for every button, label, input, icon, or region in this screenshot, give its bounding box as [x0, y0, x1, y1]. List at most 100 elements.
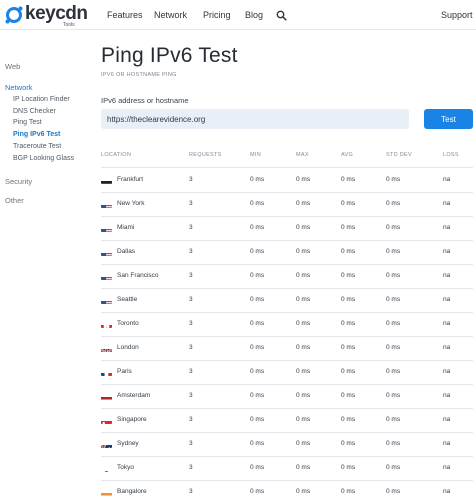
max-cell: 0 ms [296, 488, 311, 495]
location-cell: Toronto [117, 320, 139, 327]
location-cell: Seattle [117, 296, 138, 303]
requests-cell: 3 [189, 272, 193, 279]
loss-cell: na [443, 272, 451, 279]
column-header-avg: AVG [341, 152, 354, 158]
column-header-location: LOCATION [101, 152, 132, 158]
sidebar-item-ping-ipv6-test[interactable]: Ping IPv6 Test [13, 131, 60, 138]
nav-blog-link[interactable]: Blog [245, 10, 263, 20]
std-dev-cell: 0 ms [386, 368, 401, 375]
table-row: Frankfurt 3 0 ms 0 ms 0 ms 0 ms na [0, 168, 476, 192]
loss-cell: na [443, 200, 451, 207]
table-row: Paris 3 0 ms 0 ms 0 ms 0 ms na [0, 360, 476, 384]
avg-cell: 0 ms [341, 488, 356, 495]
location-cell: Tokyo [117, 464, 134, 471]
min-cell: 0 ms [250, 488, 265, 495]
max-cell: 0 ms [296, 296, 311, 303]
loss-cell: na [443, 368, 451, 375]
min-cell: 0 ms [250, 176, 265, 183]
sidebar-item-ping-test[interactable]: Ping Test [13, 119, 42, 126]
std-dev-cell: 0 ms [386, 296, 401, 303]
std-dev-cell: 0 ms [386, 248, 401, 255]
table-row: London 3 0 ms 0 ms 0 ms 0 ms na [0, 336, 476, 360]
requests-cell: 3 [189, 488, 193, 495]
std-dev-cell: 0 ms [386, 272, 401, 279]
table-row: San Francisco 3 0 ms 0 ms 0 ms 0 ms na [0, 264, 476, 288]
sidebar-item-bgp-looking-glass[interactable]: BGP Looking Glass [13, 155, 74, 162]
min-cell: 0 ms [250, 320, 265, 327]
brand-tagline: Tools [63, 22, 75, 28]
std-dev-cell: 0 ms [386, 320, 401, 327]
min-cell: 0 ms [250, 440, 265, 447]
loss-cell: na [443, 464, 451, 471]
max-cell: 0 ms [296, 200, 311, 207]
std-dev-cell: 0 ms [386, 440, 401, 447]
flag-us-icon [101, 224, 112, 232]
test-button[interactable]: Test [424, 109, 473, 129]
loss-cell: na [443, 248, 451, 255]
requests-cell: 3 [189, 464, 193, 471]
nav-network-link[interactable]: Network [154, 10, 187, 20]
flag-jp-icon [101, 464, 112, 472]
keycdn-logo[interactable]: keycdn Tools [5, 3, 88, 28]
nav-features-link[interactable]: Features [107, 10, 143, 20]
sidebar-item-dns-checker[interactable]: DNS Checker [13, 108, 56, 115]
flag-ca-icon [101, 320, 112, 328]
flag-fr-icon [101, 368, 112, 376]
std-dev-cell: 0 ms [386, 392, 401, 399]
max-cell: 0 ms [296, 344, 311, 351]
avg-cell: 0 ms [341, 248, 356, 255]
min-cell: 0 ms [250, 296, 265, 303]
std-dev-cell: 0 ms [386, 416, 401, 423]
requests-cell: 3 [189, 224, 193, 231]
min-cell: 0 ms [250, 272, 265, 279]
location-cell: San Francisco [117, 272, 159, 279]
max-cell: 0 ms [296, 440, 311, 447]
sidebar-item-traceroute-test[interactable]: Traceroute Test [13, 143, 61, 150]
column-header-requests: REQUESTS [189, 152, 222, 158]
location-cell: Paris [117, 368, 132, 375]
avg-cell: 0 ms [341, 200, 356, 207]
requests-cell: 3 [189, 344, 193, 351]
avg-cell: 0 ms [341, 344, 356, 351]
min-cell: 0 ms [250, 224, 265, 231]
sidebar-section-web[interactable]: Web [5, 62, 20, 71]
flag-sg-icon [101, 416, 112, 424]
page-subtitle: IPV6 OR HOSTNAME PING [101, 72, 177, 78]
avg-cell: 0 ms [341, 464, 356, 471]
loss-cell: na [443, 440, 451, 447]
nav-support-link[interactable]: Support [441, 10, 473, 20]
loss-cell: na [443, 344, 451, 351]
location-cell: Miami [117, 224, 135, 231]
requests-cell: 3 [189, 248, 193, 255]
requests-cell: 3 [189, 200, 193, 207]
max-cell: 0 ms [296, 320, 311, 327]
location-cell: Bangalore [117, 488, 147, 495]
min-cell: 0 ms [250, 248, 265, 255]
table-row: Seattle 3 0 ms 0 ms 0 ms 0 ms na [0, 288, 476, 312]
flag-us-icon [101, 200, 112, 208]
flag-de-icon [101, 176, 112, 184]
avg-cell: 0 ms [341, 272, 356, 279]
column-header-std-dev: STD DEV [386, 152, 412, 158]
min-cell: 0 ms [250, 200, 265, 207]
loss-cell: na [443, 176, 451, 183]
column-header-loss: LOSS [443, 152, 459, 158]
max-cell: 0 ms [296, 224, 311, 231]
table-row: Bangalore 3 0 ms 0 ms 0 ms 0 ms na [0, 480, 476, 504]
keycdn-logo-icon [5, 6, 23, 24]
hostname-field-label: IPv6 address or hostname [101, 96, 189, 105]
search-icon[interactable] [276, 10, 287, 21]
avg-cell: 0 ms [341, 440, 356, 447]
hostname-input[interactable] [101, 109, 409, 129]
loss-cell: na [443, 296, 451, 303]
nav-pricing-link[interactable]: Pricing [203, 10, 231, 20]
avg-cell: 0 ms [341, 392, 356, 399]
sidebar-section-network[interactable]: Network [5, 83, 33, 92]
avg-cell: 0 ms [341, 176, 356, 183]
requests-cell: 3 [189, 296, 193, 303]
table-row: New York 3 0 ms 0 ms 0 ms 0 ms na [0, 192, 476, 216]
max-cell: 0 ms [296, 392, 311, 399]
sidebar-item-ip-location-finder[interactable]: IP Location Finder [13, 96, 70, 103]
requests-cell: 3 [189, 440, 193, 447]
std-dev-cell: 0 ms [386, 464, 401, 471]
